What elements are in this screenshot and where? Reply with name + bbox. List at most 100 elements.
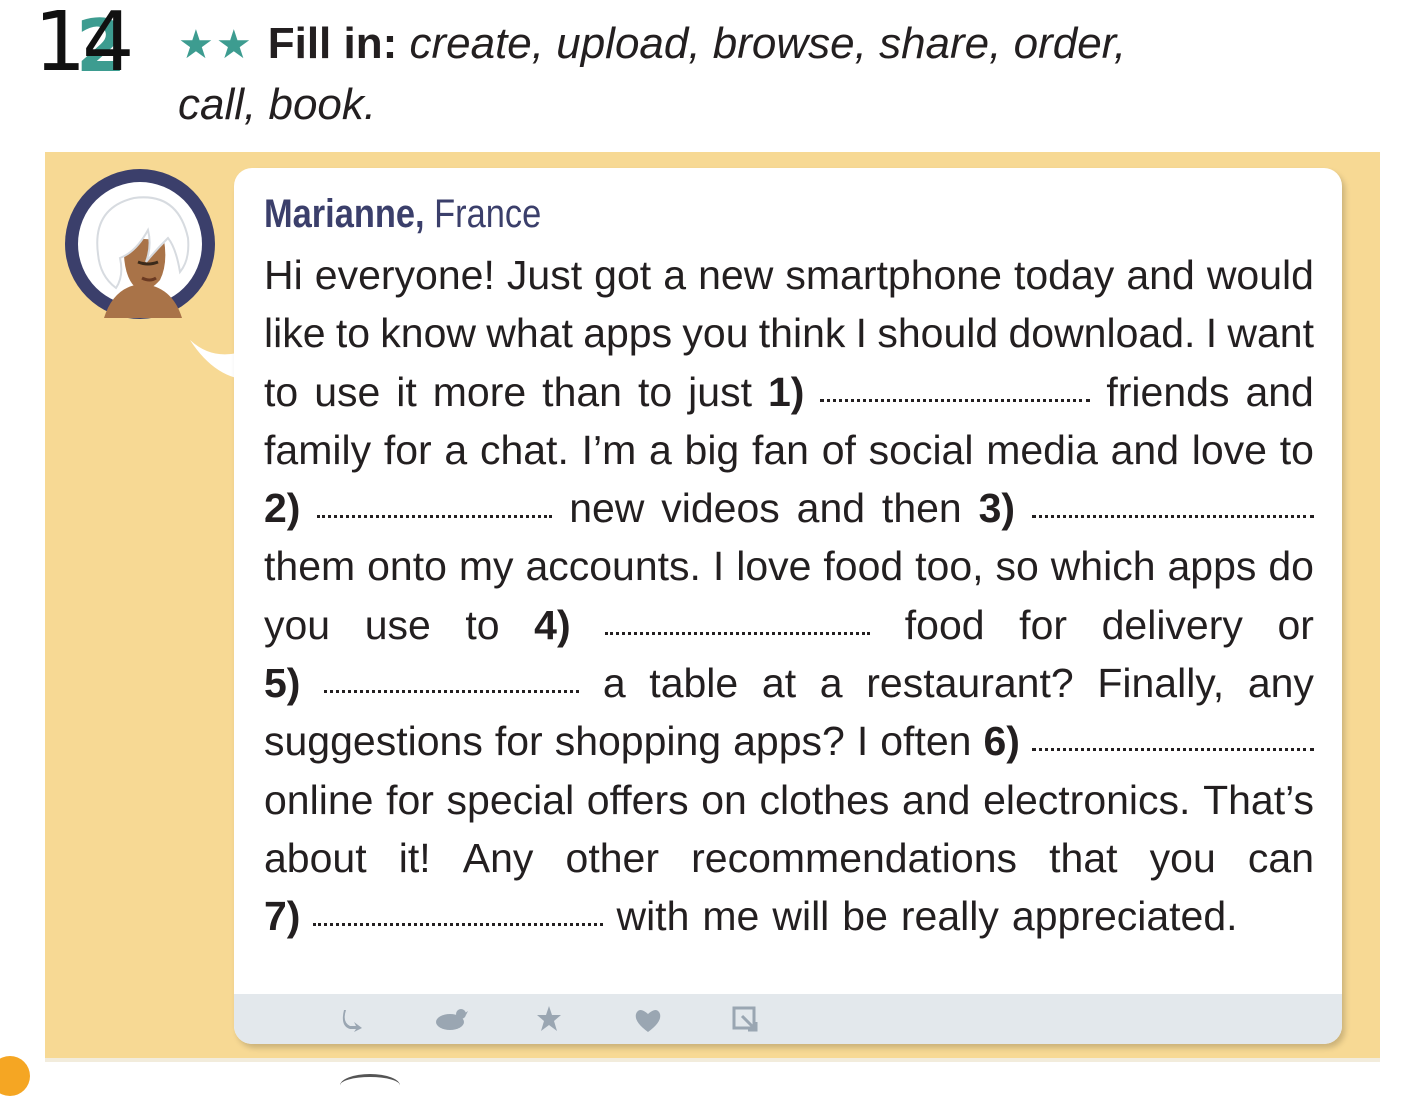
instruction-lead: Fill in: (267, 19, 398, 68)
gap-number: 1) (767, 368, 805, 415)
post-word: you (682, 310, 749, 357)
exercise-instruction: ★★ Fill in: create, upload, browse, share… (178, 14, 1298, 135)
post-word: new (569, 485, 645, 532)
post-word: for (494, 718, 543, 765)
heart-icon[interactable] (632, 1004, 662, 1034)
post-word: a (819, 660, 843, 707)
handwritten-exercise-number: 14 (34, 0, 134, 90)
author-country: France (434, 192, 542, 236)
post-word: think (758, 310, 846, 357)
post-word: food (823, 543, 904, 590)
post-word: often (880, 718, 972, 765)
post-word: be (842, 893, 888, 940)
post-word: apps (1167, 543, 1257, 590)
post-word: got (594, 252, 652, 298)
post-word: and (1110, 426, 1180, 473)
post-word: at (761, 660, 797, 707)
exercise-number: 2 14 (34, 2, 144, 98)
answer-blank[interactable] (317, 514, 553, 519)
post-word: it! (398, 834, 431, 881)
post-word: chat. (479, 426, 569, 473)
post-word: on (701, 776, 747, 823)
post-word: electronics. (983, 776, 1191, 823)
post-word: I (1205, 310, 1218, 357)
post-word: more (432, 368, 527, 415)
post-word: recommendations (691, 834, 1018, 881)
post-word: I’m (581, 426, 637, 473)
post-word: love (736, 543, 812, 590)
gap-number: 7) (264, 893, 301, 940)
post-word: I (712, 543, 725, 590)
post-word: accounts. (525, 543, 701, 590)
page-edge-arc (340, 1074, 400, 1097)
word-bank-line2: call, book. (178, 80, 377, 129)
post-word: to (335, 310, 371, 357)
post-word: what (486, 310, 573, 357)
post-word: today (1013, 252, 1115, 298)
post-word: food (904, 601, 985, 648)
post-word: than (542, 368, 622, 415)
post-author: Marianne, France (264, 188, 541, 240)
answer-blank[interactable] (605, 631, 871, 635)
answer-blank[interactable] (1031, 747, 1314, 752)
post-word: it (396, 368, 417, 415)
post-word: online (264, 776, 374, 823)
author-name: Marianne, (264, 192, 425, 236)
gap-number: 6) (983, 718, 1020, 765)
post-word: I (855, 310, 868, 357)
post-word: will (772, 893, 830, 940)
answer-blank[interactable] (820, 398, 1091, 402)
post-word: that (1049, 834, 1118, 881)
post-word: everyone! (314, 252, 495, 298)
post-word: fan (751, 426, 809, 473)
post-word: a (663, 252, 687, 298)
post-word: to (1279, 426, 1314, 473)
post-word: Hi (264, 252, 303, 298)
post-word: videos (661, 485, 780, 532)
post-word: smartphone (785, 252, 1002, 298)
answer-blank[interactable] (313, 922, 604, 927)
post-word: Finally, (1097, 660, 1225, 707)
post-word: or (1277, 601, 1314, 648)
reply-icon[interactable] (338, 1004, 368, 1034)
post-word: me (702, 893, 760, 940)
bird-icon[interactable] (434, 1004, 468, 1034)
post-word: appreciated. (1011, 893, 1238, 940)
post-body: Hi everyone! Just got a new smartphone today and… (264, 252, 1314, 952)
post-word: can (1247, 834, 1314, 881)
answer-blank[interactable] (324, 689, 580, 694)
answer-blank[interactable] (1031, 514, 1314, 519)
word-bank-line1: create, upload, browse, share, order, (409, 19, 1127, 68)
post-word: Just (506, 252, 583, 298)
post-word: about (264, 834, 367, 881)
post-word: big (684, 426, 740, 473)
post-word: you (264, 601, 331, 648)
panel-divider (45, 1058, 1380, 1062)
post-word: social (868, 426, 974, 473)
post-word: offers (586, 776, 689, 823)
post-word: table (649, 660, 739, 707)
post-word: then (881, 485, 962, 532)
post-word: to (465, 601, 500, 648)
post-word: for (386, 776, 434, 823)
post-word: for (1019, 601, 1068, 648)
post-word: That’s (1203, 776, 1314, 823)
star-icon[interactable] (534, 1004, 564, 1034)
post-word: and (902, 776, 971, 823)
post-word: use (314, 368, 381, 415)
post-line: about it! Any other recommendations that you ca… (264, 835, 1314, 893)
post-line: them onto my accounts. Ilove food too, so which a… (264, 543, 1314, 601)
gap-number: 4) (534, 601, 571, 648)
post-word: and (1245, 368, 1314, 415)
post-line: like to know what apps you think Ishould downloa… (264, 310, 1314, 368)
post-line: Hi everyone! Just got a new smartphone today and… (264, 252, 1314, 310)
post-word: really (900, 893, 999, 940)
post-line: family for a chat. I’m a big fan of social media an… (264, 427, 1314, 485)
share-icon[interactable] (730, 1004, 760, 1034)
post-word: which (1050, 543, 1156, 590)
post-word: should (877, 310, 999, 357)
post-word: do (1268, 543, 1314, 590)
gap-number: 5) (264, 660, 301, 707)
post-word: and (1126, 252, 1195, 298)
post-word: shopping (554, 718, 722, 765)
